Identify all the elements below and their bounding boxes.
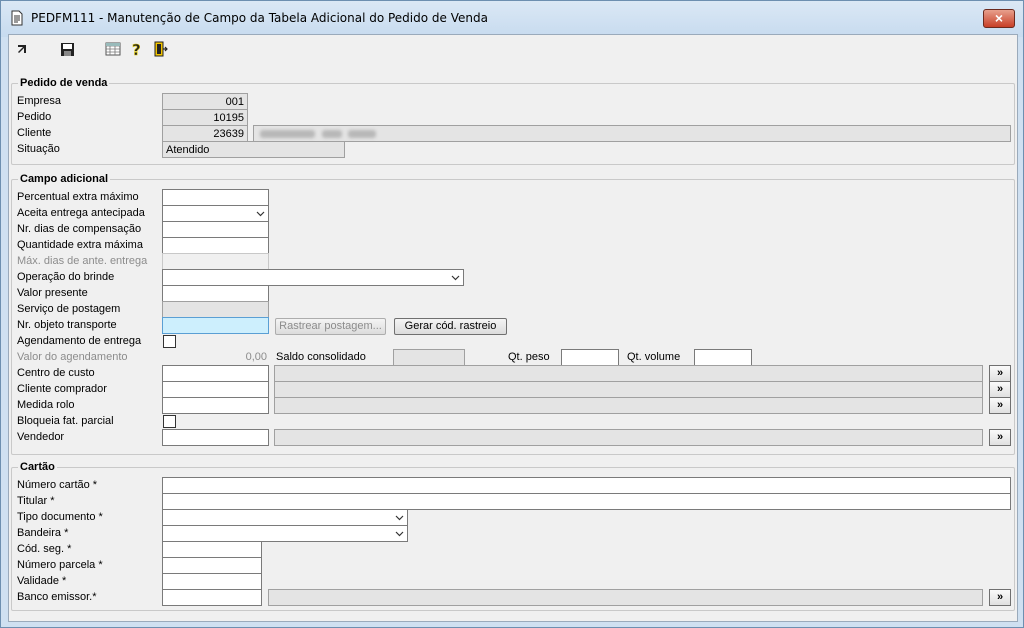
max-dias-label: Máx. dias de ante. entrega [17,255,148,267]
chevron-down-icon [395,531,404,537]
centro-input[interactable] [162,365,269,382]
numero-parcela-label: Número parcela * [17,559,103,571]
bloqueia-checkbox[interactable] [163,415,176,428]
numero-parcela-input[interactable] [162,557,262,574]
campo-adicional-legend: Campo adicional [20,173,109,185]
numero-cartao-input[interactable] [162,477,1011,494]
agendamento-checkbox[interactable] [163,335,176,348]
svg-text:?: ? [132,41,141,57]
close-button[interactable]: × [983,9,1015,28]
nr-dias-input[interactable] [162,221,269,238]
redacted-text [348,130,376,138]
toolbar: ? [9,35,1017,63]
saldo-field [393,349,465,366]
pedido-field: 10195 [162,109,248,126]
banco-emissor-desc-field [268,589,983,606]
centro-lookup-button[interactable]: » [989,365,1011,382]
cliente-comprador-input[interactable] [162,381,269,398]
qt-peso-input[interactable] [561,349,619,366]
aceita-select[interactable] [162,205,269,222]
cliente-code-field: 23639 [162,125,248,142]
medida-label: Medida rolo [17,399,75,411]
pedido-label: Pedido [17,111,52,123]
nr-objeto-input[interactable] [162,317,269,334]
servico-label: Serviço de postagem [17,303,121,315]
pointer-icon[interactable] [13,40,31,58]
centro-label: Centro de custo [17,367,95,379]
operacao-label: Operação do brinde [17,271,115,283]
max-dias-input [162,253,269,270]
save-icon[interactable] [58,40,76,58]
document-icon [11,10,23,26]
banco-emissor-label: Banco emissor.* [17,591,97,603]
chevron-down-icon [451,275,460,281]
chevron-down-icon [256,211,265,217]
cliente-name-field [253,125,1011,142]
pedido-legend: Pedido de venda [20,77,108,89]
bloqueia-label: Bloqueia fat. parcial [17,415,114,427]
valor-presente-label: Valor presente [17,287,88,299]
cliente-comprador-lookup-button[interactable]: » [989,381,1011,398]
operacao-select[interactable] [162,269,464,286]
cod-seg-input[interactable] [162,541,262,558]
cliente-comprador-desc-field [274,381,983,398]
banco-emissor-input[interactable] [162,589,262,606]
validade-input[interactable] [162,573,262,590]
agendamento-label: Agendamento de entrega [17,335,142,347]
situacao-label: Situação [17,143,60,155]
title-bar: PEDFM111 - Manutenção de Campo da Tabela… [1,1,1023,37]
redacted-text [322,130,342,138]
nr-objeto-label: Nr. objeto transporte [17,319,117,331]
help-icon[interactable]: ? [128,40,146,58]
titular-label: Titular * [17,495,55,507]
valor-agendamento-label: Valor do agendamento [17,351,128,363]
medida-input[interactable] [162,397,269,414]
bandeira-label: Bandeira * [17,527,69,539]
servico-field [162,301,269,318]
titular-input[interactable] [162,493,1011,510]
vendedor-input[interactable] [162,429,269,446]
cliente-comprador-label: Cliente comprador [17,383,107,395]
tipo-documento-select[interactable] [162,509,408,526]
quantidade-input[interactable] [162,237,269,254]
tipo-documento-label: Tipo documento * [17,511,103,523]
chevron-down-icon [395,515,404,521]
percentual-input[interactable] [162,189,269,206]
banco-emissor-lookup-button[interactable]: » [989,589,1011,606]
medida-desc-field [274,397,983,414]
situacao-field: Atendido [162,141,345,158]
bandeira-select[interactable] [162,525,408,542]
cliente-label: Cliente [17,127,52,139]
empresa-field: 001 [162,93,248,110]
qt-peso-label: Qt. peso [508,351,550,363]
rastrear-button[interactable]: Rastrear postagem... [275,318,386,335]
nr-dias-label: Nr. dias de compensação [17,223,142,235]
aceita-label: Aceita entrega antecipada [17,207,145,219]
redacted-text [260,130,315,138]
centro-desc-field [274,365,983,382]
cartao-legend: Cartão [20,461,55,473]
window-title: PEDFM111 - Manutenção de Campo da Tabela… [31,11,488,25]
cod-seg-label: Cód. seg. * [17,543,72,555]
validade-label: Validade * [17,575,67,587]
valor-agendamento-field: 0,00 [162,349,269,366]
valor-presente-input[interactable] [162,285,269,302]
application-window: PEDFM111 - Manutenção de Campo da Tabela… [0,0,1024,628]
vendedor-label: Vendedor [17,431,65,443]
qt-volume-input[interactable] [694,349,752,366]
vendedor-lookup-button[interactable]: » [989,429,1011,446]
quantidade-label: Quantidade extra máxima [17,239,143,251]
empresa-label: Empresa [17,95,62,107]
client-area: ? Pedido de venda Empresa 001 Pedido 101… [8,34,1018,622]
vendedor-desc-field [274,429,983,446]
qt-volume-label: Qt. volume [627,351,681,363]
percentual-label: Percentual extra máximo [17,191,139,203]
exit-icon[interactable] [151,40,169,58]
medida-lookup-button[interactable]: » [989,397,1011,414]
numero-cartao-label: Número cartão * [17,479,98,491]
grid-icon[interactable] [104,40,122,58]
gerar-rastreio-button[interactable]: Gerar cód. rastreio [394,318,507,335]
saldo-label: Saldo consolidado [276,351,366,363]
